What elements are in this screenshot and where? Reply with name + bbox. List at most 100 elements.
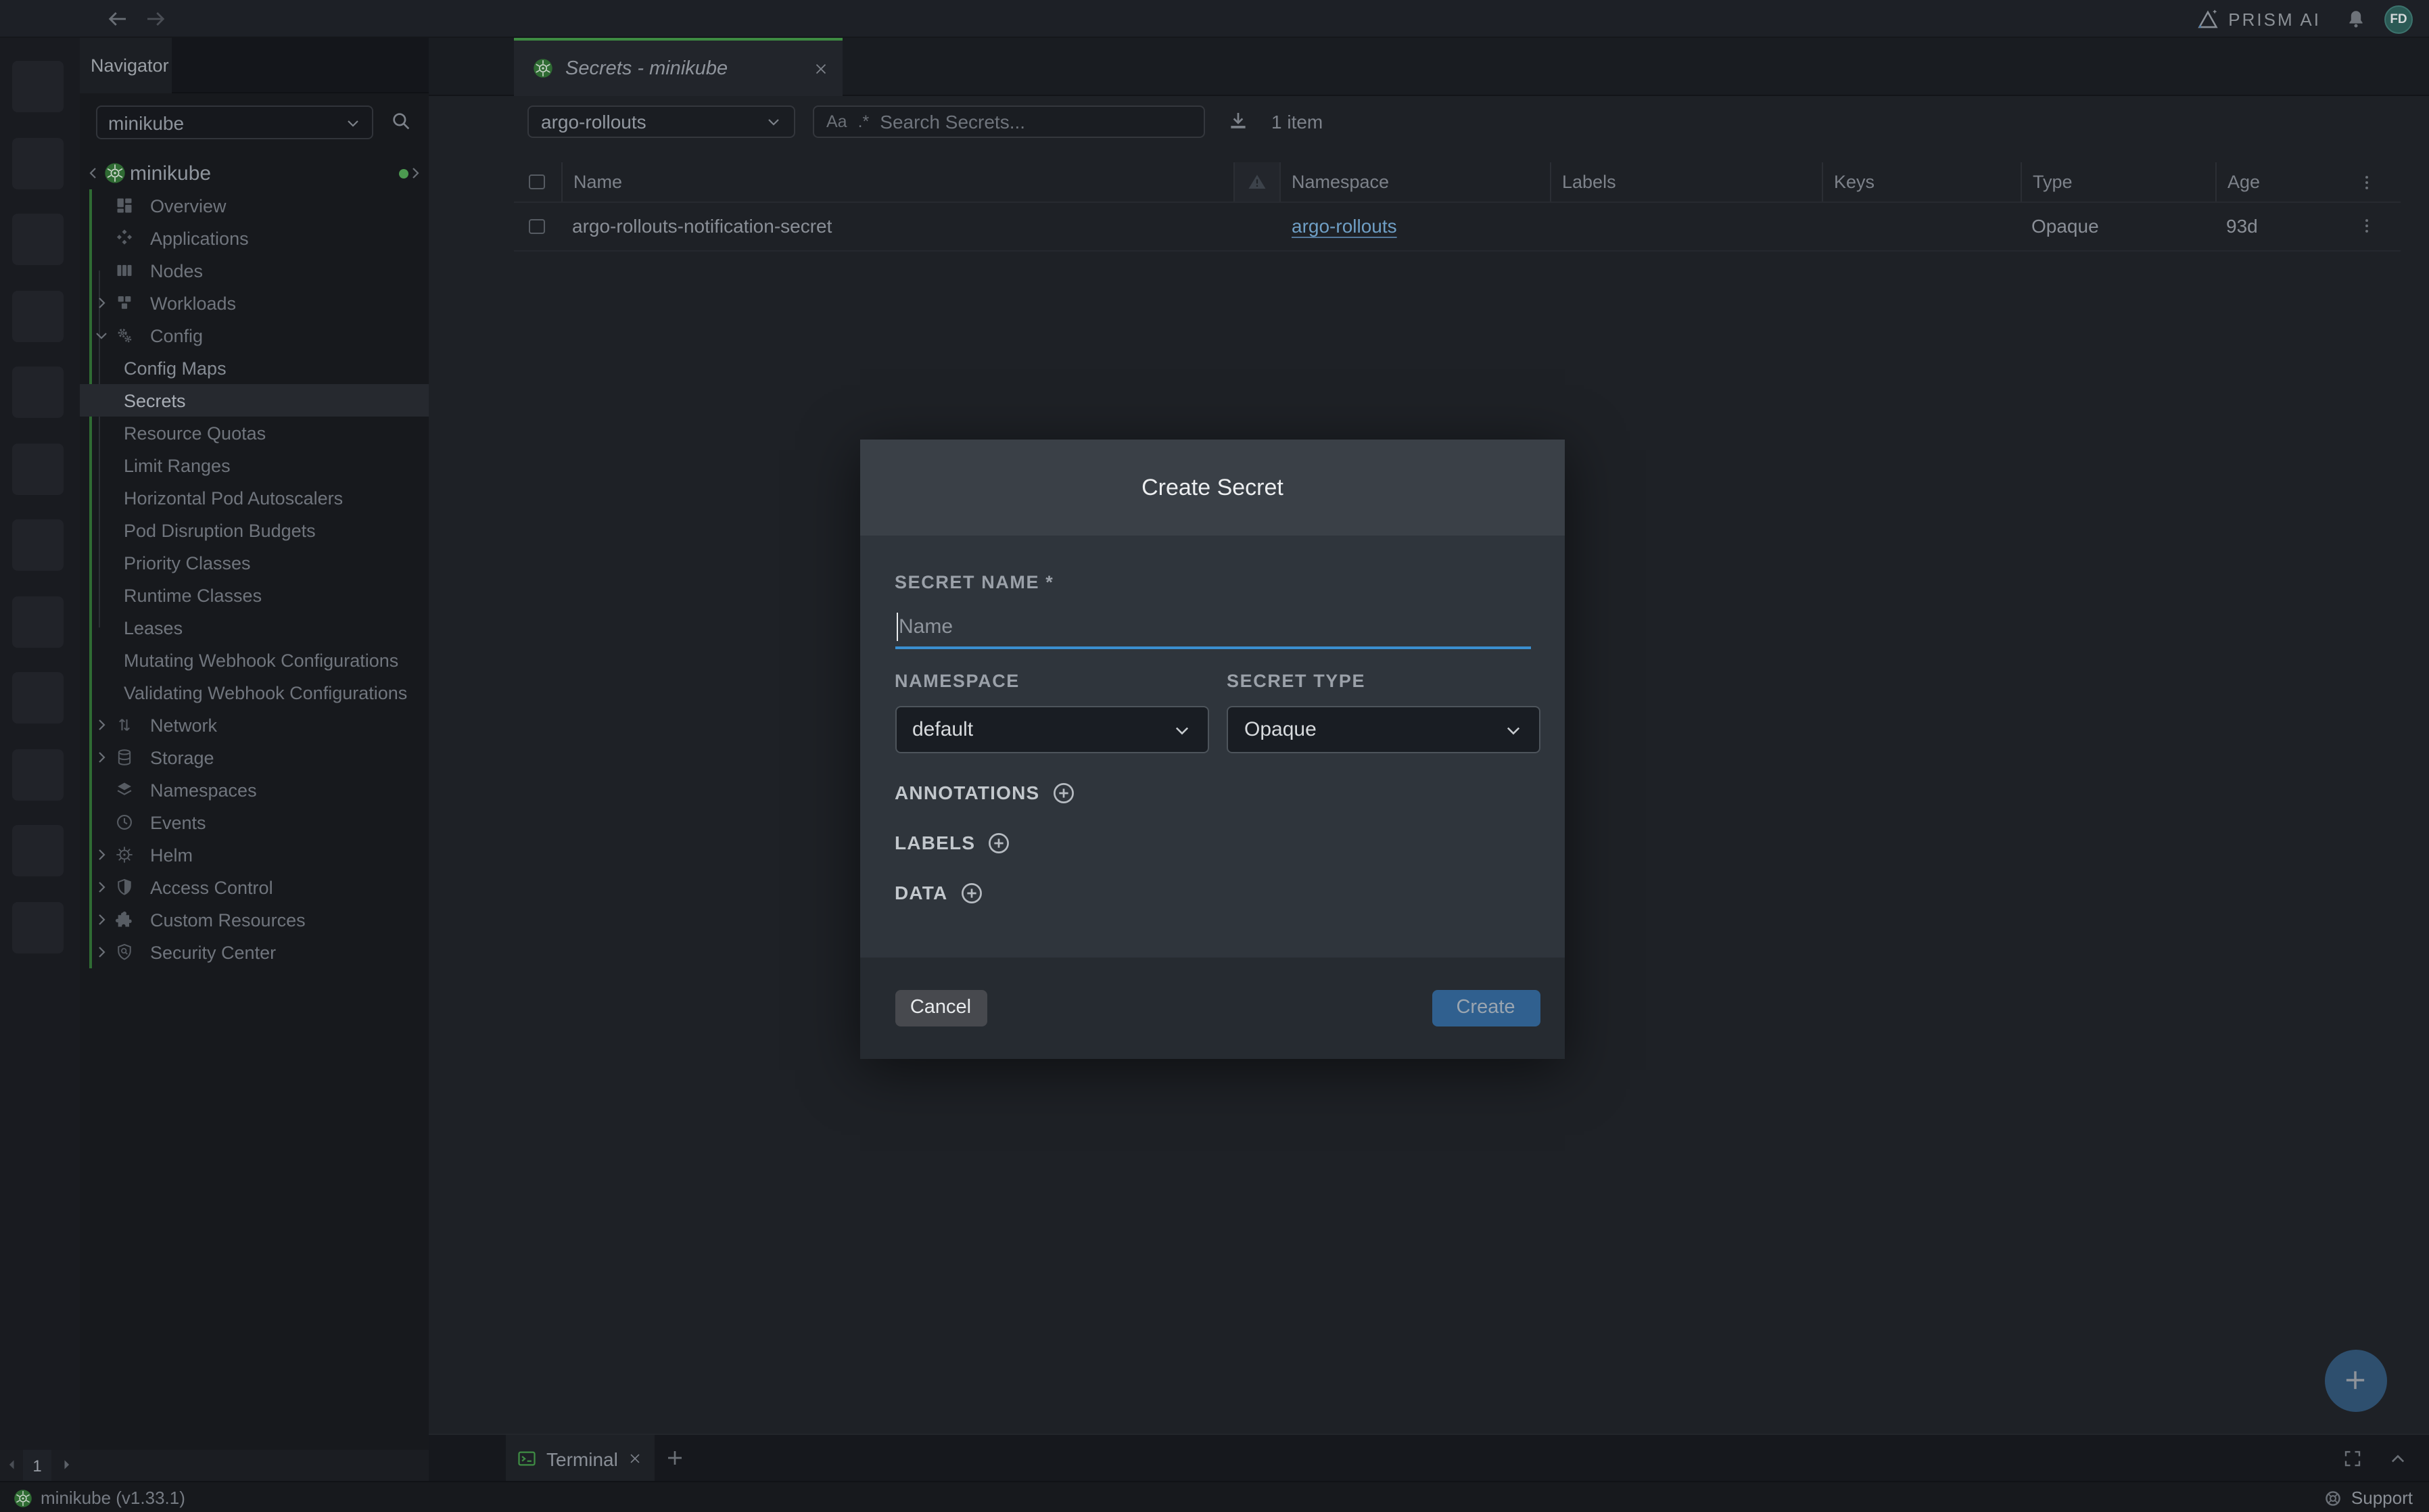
- column-keys[interactable]: Keys: [1822, 162, 2021, 202]
- tab-secrets-minikube[interactable]: Secrets - minikube: [514, 38, 842, 96]
- sidebar-item-resource-quotas[interactable]: Resource Quotas: [80, 417, 428, 449]
- table-header: Name Namespace Labels Keys Type Age: [514, 162, 2401, 203]
- add-resource-fab[interactable]: [2324, 1349, 2386, 1411]
- pager-page-number[interactable]: 1: [23, 1450, 51, 1481]
- chevron-down-icon: [765, 113, 781, 129]
- sidebar-item-priority-classes[interactable]: Priority Classes: [80, 546, 428, 579]
- table-row[interactable]: argo-rollouts-notification-secretargo-ro…: [514, 203, 2401, 251]
- chevron-right-icon[interactable]: [93, 749, 110, 765]
- notifications-bell-icon[interactable]: [2345, 8, 2367, 30]
- sidebar-item-leases[interactable]: Leases: [80, 611, 428, 644]
- column-namespace[interactable]: Namespace: [1281, 162, 1550, 202]
- sidebar-item-helm[interactable]: Helm: [80, 838, 428, 871]
- regex-toggle[interactable]: .*: [858, 112, 870, 131]
- navigator-tab[interactable]: Navigator: [80, 38, 171, 93]
- sidebar-item-nodes[interactable]: Nodes: [80, 254, 428, 287]
- sidebar-item-secrets[interactable]: Secrets: [80, 384, 428, 417]
- rail-slot[interactable]: [12, 290, 64, 341]
- rail-slot[interactable]: [12, 672, 64, 724]
- rail-slot[interactable]: [12, 825, 64, 876]
- column-warnings[interactable]: [1233, 162, 1281, 202]
- avatar[interactable]: FD: [2384, 5, 2413, 33]
- secrets-search-input[interactable]: [880, 110, 1192, 132]
- collapse-dock-icon[interactable]: [2388, 1449, 2407, 1468]
- add-annotation-icon[interactable]: [1050, 780, 1076, 805]
- match-case-toggle[interactable]: Aa: [826, 112, 847, 131]
- namespace-filter-select[interactable]: argo-rollouts: [527, 105, 795, 137]
- chevron-left-icon[interactable]: [85, 165, 101, 181]
- forward-arrow-icon[interactable]: [143, 7, 168, 31]
- cancel-button[interactable]: Cancel: [895, 989, 987, 1026]
- column-name[interactable]: Name: [561, 162, 1233, 202]
- download-icon[interactable]: [1226, 110, 1249, 133]
- row-menu-icon[interactable]: [2357, 217, 2376, 236]
- rail-slot[interactable]: [12, 596, 64, 647]
- sidebar-item-storage[interactable]: Storage: [80, 741, 428, 774]
- sidebar-item-network[interactable]: Network: [80, 709, 428, 741]
- namespace-link[interactable]: argo-rollouts: [1292, 216, 1397, 237]
- support-link[interactable]: Support: [2324, 1482, 2413, 1512]
- sidebar-item-validating-webhook-configurations[interactable]: Validating Webhook Configurations: [80, 676, 428, 709]
- chevron-down-icon[interactable]: [93, 327, 110, 344]
- terminal-icon: [517, 1448, 537, 1469]
- rail-slot[interactable]: [12, 443, 64, 494]
- chevron-right-icon[interactable]: [93, 879, 110, 895]
- pager-prev-icon[interactable]: [5, 1458, 19, 1471]
- pager-next-icon[interactable]: [60, 1458, 73, 1471]
- row-checkbox[interactable]: [529, 218, 544, 234]
- rail-slot[interactable]: [12, 137, 64, 189]
- terminal-close-icon[interactable]: [628, 1451, 642, 1466]
- sidebar-item-limit-ranges[interactable]: Limit Ranges: [80, 449, 428, 481]
- add-data-icon[interactable]: [958, 880, 984, 905]
- chevron-right-icon[interactable]: [93, 944, 110, 960]
- brand: PRISM AI: [2196, 0, 2321, 38]
- sidebar-item-security-center[interactable]: Security Center: [80, 936, 428, 968]
- navigator-tab-label: Navigator: [91, 55, 169, 76]
- chevron-right-icon[interactable]: [93, 717, 110, 733]
- sidebar-item-custom-resources[interactable]: Custom Resources: [80, 903, 428, 936]
- column-type[interactable]: Type: [2021, 162, 2215, 202]
- sidebar-item-mutating-webhook-configurations[interactable]: Mutating Webhook Configurations: [80, 644, 428, 676]
- sidebar-item-workloads[interactable]: Workloads: [80, 287, 428, 319]
- select-all-checkbox[interactable]: [529, 174, 544, 190]
- secret-name-input[interactable]: [895, 606, 1530, 646]
- sidebar-item-overview[interactable]: Overview: [80, 189, 428, 222]
- shield-icon: [115, 878, 134, 897]
- sidebar-item-config-maps[interactable]: Config Maps: [80, 352, 428, 384]
- sidebar-item-runtime-classes[interactable]: Runtime Classes: [80, 579, 428, 611]
- sidebar-item-namespaces[interactable]: Namespaces: [80, 774, 428, 806]
- sidebar-item-applications[interactable]: Applications: [80, 222, 428, 254]
- cluster-select[interactable]: minikube: [96, 105, 373, 139]
- chevron-right-icon[interactable]: [406, 165, 423, 181]
- sidebar-item-events[interactable]: Events: [80, 806, 428, 838]
- column-labels[interactable]: Labels: [1550, 162, 1822, 202]
- chevron-right-icon[interactable]: [93, 847, 110, 863]
- rail-slot[interactable]: [12, 749, 64, 800]
- rail-slot[interactable]: [12, 61, 64, 112]
- column-age[interactable]: Age: [2215, 162, 2321, 202]
- terminal-tab[interactable]: Terminal: [506, 1435, 655, 1482]
- chevron-right-icon[interactable]: [93, 912, 110, 928]
- sidebar-item-pod-disruption-budgets[interactable]: Pod Disruption Budgets: [80, 514, 428, 546]
- rail-slot[interactable]: [12, 214, 64, 265]
- tab-close-icon[interactable]: [812, 60, 828, 76]
- namespace-select[interactable]: default: [895, 706, 1208, 753]
- chevron-right-icon[interactable]: [93, 295, 110, 311]
- table-menu-icon[interactable]: [2357, 172, 2376, 191]
- rail-slot[interactable]: [12, 901, 64, 953]
- expand-dock-icon[interactable]: [2342, 1448, 2363, 1468]
- new-terminal-icon[interactable]: [663, 1447, 685, 1469]
- secret-type-select[interactable]: Opaque: [1227, 706, 1540, 753]
- updown-icon: [115, 715, 134, 734]
- add-label-icon[interactable]: [986, 830, 1012, 855]
- sidebar-item-horizontal-pod-autoscalers[interactable]: Horizontal Pod Autoscalers: [80, 481, 428, 514]
- sidebar-item-config[interactable]: Config: [80, 319, 428, 352]
- rail-slot[interactable]: [12, 367, 64, 418]
- sidebar-item-minikube[interactable]: minikube: [80, 157, 428, 189]
- sidebar-item-label: Events: [150, 812, 206, 832]
- sidebar-item-access-control[interactable]: Access Control: [80, 871, 428, 903]
- create-button[interactable]: Create: [1432, 989, 1540, 1026]
- back-arrow-icon[interactable]: [105, 7, 130, 31]
- rail-slot[interactable]: [12, 519, 64, 571]
- search-icon[interactable]: [389, 109, 412, 132]
